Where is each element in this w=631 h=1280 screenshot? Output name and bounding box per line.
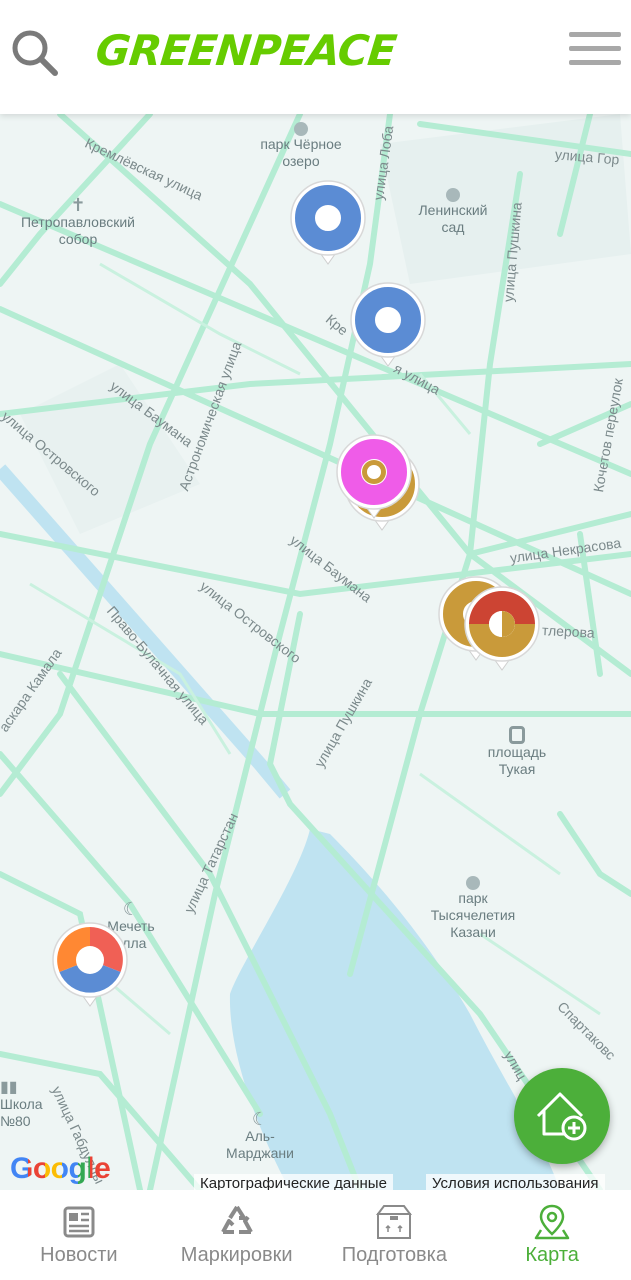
donut-marker — [336, 434, 412, 519]
map-marker-multi[interactable] — [50, 920, 130, 1008]
poi-park-tysyacheletiya[interactable]: парк Тысячелетия Казани — [418, 876, 528, 941]
poi-label: Петропавловский собор — [20, 214, 135, 247]
nav-label: Маркировки — [180, 1244, 293, 1266]
add-home-button[interactable] — [514, 1068, 610, 1164]
poi-ploshad-tukaya[interactable]: площадь Тукая — [472, 726, 562, 778]
mosque-icon: ☾ — [251, 1109, 269, 1129]
poi-label: парк Тысячелетия Казани — [430, 890, 516, 940]
nav-item-preparation[interactable]: Подготовка — [316, 1190, 474, 1280]
greenpeace-logo: GREENPEACE — [93, 26, 399, 75]
poi-label: Аль-Марджани — [226, 1128, 294, 1161]
add-home-icon — [536, 1092, 587, 1141]
map-marker-blue-1[interactable] — [288, 178, 368, 266]
poi-label: площадь Тукая — [487, 744, 547, 777]
map-marker-magenta[interactable] — [334, 432, 414, 520]
tree-icon — [466, 876, 480, 890]
metro-icon — [509, 726, 525, 744]
search-icon — [12, 30, 58, 76]
google-logo-text: Google — [10, 1152, 111, 1185]
poi-petropavlovsky[interactable]: ✝ Петропавловский собор — [8, 196, 148, 248]
google-logo: Google — [10, 1152, 111, 1186]
poi-label: Школа №80 — [0, 1096, 43, 1129]
tree-icon — [446, 188, 460, 202]
nav-item-news[interactable]: Новости — [0, 1190, 158, 1280]
map-view[interactable]: Кремлёвская улица улица Гор улица Лоба у… — [0, 114, 631, 1190]
poi-label: парк Чёрное озеро — [260, 136, 342, 169]
nav-label: Новости — [40, 1244, 118, 1266]
search-button[interactable] — [10, 28, 60, 78]
poi-park-chernoe-ozero[interactable]: парк Чёрное озеро — [246, 122, 356, 170]
donut-marker — [350, 282, 426, 367]
poi-label: Ленинский сад — [418, 202, 488, 235]
map-marker-blue-2[interactable] — [348, 280, 428, 368]
donut-marker — [52, 922, 128, 1007]
donut-marker — [464, 586, 540, 671]
donut-marker — [290, 180, 366, 265]
map-data-attribution[interactable]: Картографические данные — [194, 1174, 393, 1190]
menu-bar — [569, 60, 621, 65]
poi-leninsky-sad[interactable]: Ленинский сад — [408, 188, 498, 236]
bottom-navigation: Новости Маркировки Подготовка Карта — [0, 1190, 631, 1280]
news-icon — [63, 1206, 95, 1238]
nav-item-map[interactable]: Карта — [473, 1190, 631, 1280]
app-header: GREENPEACE — [0, 0, 631, 114]
app-screen: GREENPEACE Кремлёвская улица улица Гор у… — [0, 0, 631, 1280]
church-icon: ✝ — [70, 195, 86, 215]
poi-al-mardzhani[interactable]: ☾ Аль-Марджани — [224, 1110, 296, 1162]
map-pin-icon — [534, 1204, 570, 1240]
menu-bar — [569, 32, 621, 37]
street-label: тлерова — [541, 622, 596, 641]
school-icon: ▮▮ — [0, 1079, 18, 1096]
recycle-icon — [220, 1205, 253, 1234]
terms-of-use-link[interactable]: Условия использования — [426, 1174, 605, 1190]
tree-icon — [294, 122, 308, 136]
box-icon — [376, 1205, 413, 1239]
menu-bar — [569, 46, 621, 51]
map-marker-red-gold[interactable] — [462, 584, 542, 672]
nav-label: Подготовка — [341, 1244, 447, 1266]
mosque-icon: ☾ — [122, 899, 140, 919]
hamburger-menu-button[interactable] — [569, 32, 621, 72]
poi-school[interactable]: ▮▮ Школа №80 — [0, 1080, 44, 1130]
nav-label: Карта — [525, 1244, 579, 1266]
nav-item-markings[interactable]: Маркировки — [158, 1190, 316, 1280]
